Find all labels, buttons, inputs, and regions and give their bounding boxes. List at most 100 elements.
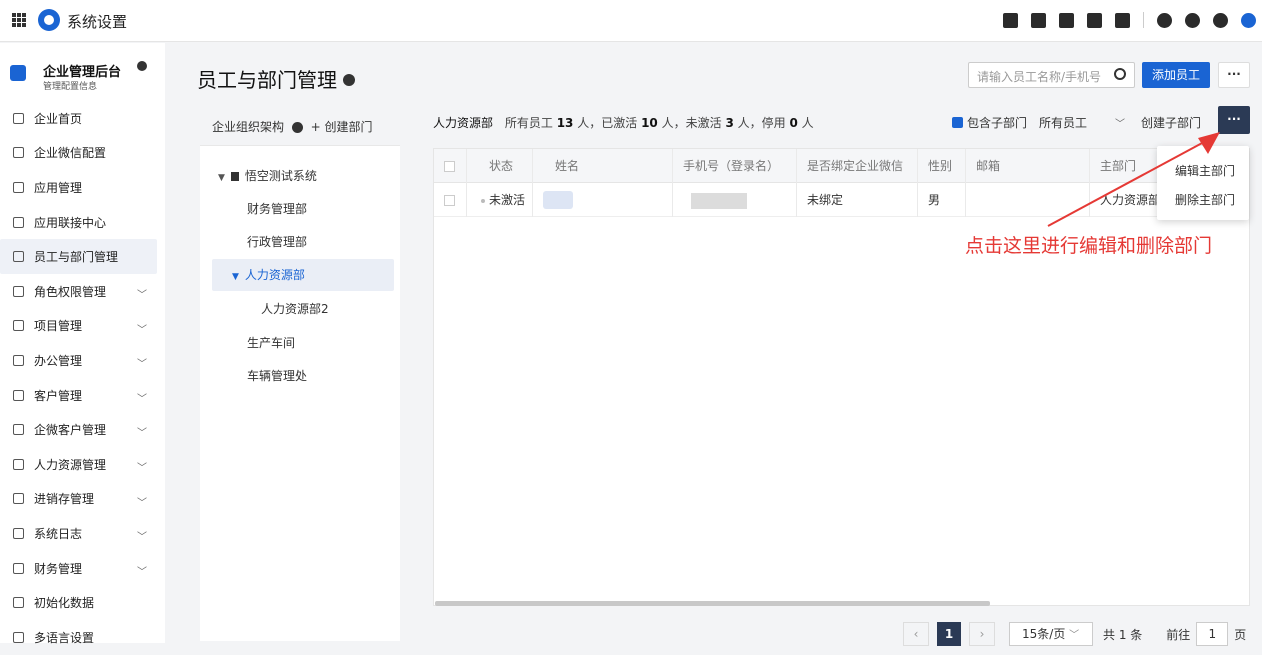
- wecom-bind-cell: 未绑定: [797, 183, 918, 217]
- doc-icon[interactable]: [1059, 12, 1074, 28]
- sidebar-item-apps[interactable]: 应用管理: [0, 170, 165, 205]
- help-icon[interactable]: [1185, 12, 1200, 28]
- sidebar-item-wecom-config[interactable]: 企业微信配置: [0, 136, 165, 171]
- next-page-button[interactable]: ›: [969, 622, 995, 646]
- caret-down-icon[interactable]: ▼: [218, 162, 225, 194]
- person-icon: [13, 458, 24, 470]
- sidebar-item-label: 应用管理: [34, 180, 83, 195]
- sidebar-item-projects[interactable]: 项目管理 ﹀: [0, 309, 165, 344]
- bell-icon[interactable]: [1157, 12, 1172, 28]
- settings-icon[interactable]: [1213, 12, 1228, 28]
- row-checkbox[interactable]: [444, 195, 455, 206]
- box-icon: [13, 493, 24, 505]
- sidebar-item-office[interactable]: 办公管理 ﹀: [0, 343, 165, 378]
- disabled-count: 0: [789, 116, 798, 130]
- goto-label: 前往: [1166, 627, 1191, 642]
- sidebar-item-label: 企微客户管理: [34, 423, 107, 438]
- annotation-arrow-head: [1198, 132, 1220, 154]
- table-options: 包含子部门 所有员工 ﹀ 创建子部门: [952, 114, 1201, 131]
- sidebar-item-customers[interactable]: 客户管理 ﹀: [0, 378, 165, 413]
- tree-node[interactable]: 人力资源部2: [204, 293, 386, 325]
- sidebar-item-hr[interactable]: 人力资源管理 ﹀: [0, 447, 165, 482]
- sidebar-item-init-data[interactable]: 初始化数据: [0, 585, 165, 620]
- sidebar-item-language[interactable]: 多语言设置: [0, 620, 165, 655]
- sidebar-item-label: 多语言设置: [34, 630, 95, 645]
- create-subdepartment-button[interactable]: 创建子部门: [1141, 114, 1201, 131]
- tree-node[interactable]: 车辆管理处: [204, 360, 386, 392]
- redacted-phone: [691, 193, 747, 209]
- sidebar-item-wecom-customers[interactable]: 企微客户管理 ﹀: [0, 412, 165, 447]
- search-input[interactable]: 请输入员工名称/手机号: [968, 62, 1135, 88]
- summary-text: 人，未激活: [661, 116, 722, 130]
- sidebar-item-logs[interactable]: 系统日志 ﹀: [0, 516, 165, 551]
- total-count: 13: [556, 116, 574, 130]
- calendar-icon[interactable]: [1115, 12, 1130, 28]
- tree-node[interactable]: 行政管理部: [204, 226, 386, 258]
- sidebar: 企业管理后台 管理配置信息 企业首页 企业微信配置 应用管理 应用联接中心 员工…: [0, 43, 165, 645]
- app-grid-icon[interactable]: [12, 13, 26, 27]
- chevron-down-icon: ﹀: [137, 324, 147, 336]
- sidebar-item-app-connect[interactable]: 应用联接中心: [0, 205, 165, 240]
- goto-page-input[interactable]: 1: [1196, 622, 1229, 646]
- project-icon: [13, 320, 24, 332]
- org-tree-panel: 企业组织架构 + 创建部门 ▼ 悟空测试系统 财务管理部 行政管理部 ▼ 人力资源部…: [200, 104, 400, 641]
- sidebar-item-finance[interactable]: 财务管理 ﹀: [0, 551, 165, 586]
- column-header[interactable]: 姓名: [533, 149, 673, 183]
- search-icon: [13, 147, 24, 159]
- filter-value: 所有员工: [1039, 116, 1088, 130]
- sidebar-item-label: 系统日志: [34, 526, 83, 541]
- tree-node-label: 行政管理部: [247, 235, 308, 249]
- page-size-select[interactable]: 15条/页 ﹀: [1009, 622, 1093, 646]
- summary-text: 所有员工: [504, 116, 553, 130]
- summary-text: 人，停用: [737, 116, 786, 130]
- tree-node[interactable]: 财务管理部: [204, 193, 386, 225]
- page-more-button[interactable]: ···: [1218, 62, 1250, 88]
- column-header[interactable]: 手机号（登录名）: [673, 149, 797, 183]
- chevron-down-icon: ﹀: [137, 532, 147, 544]
- sidebar-item-employees[interactable]: 员工与部门管理: [0, 239, 157, 274]
- sidebar-item-inventory[interactable]: 进销存管理 ﹀: [0, 482, 165, 517]
- horizontal-scrollbar[interactable]: [435, 601, 990, 606]
- employee-filter-select[interactable]: 所有员工 ﹀: [1039, 114, 1125, 131]
- tree-node-root[interactable]: ▼ 悟空测试系统: [204, 160, 386, 192]
- org-tree: ▼ 悟空测试系统 财务管理部 行政管理部 ▼ 人力资源部 人力资源部2 生产车间 车…: [204, 148, 400, 638]
- search-placeholder: 请输入员工名称/手机号: [977, 70, 1102, 84]
- include-sub-checkbox[interactable]: [952, 117, 963, 128]
- prev-page-button[interactable]: ‹: [903, 622, 929, 646]
- gender-cell: 男: [918, 183, 966, 217]
- contacts-icon[interactable]: [1031, 12, 1046, 28]
- chevron-down-icon: ﹀: [137, 462, 147, 474]
- sidebar-item-roles[interactable]: 角色权限管理 ﹀: [0, 274, 165, 309]
- total-count-text: 共 1 条: [1103, 627, 1143, 642]
- brand: 企业管理后台 管理配置信息: [10, 61, 160, 97]
- chevron-down-icon: ﹀: [1069, 630, 1080, 641]
- sidebar-item-label: 角色权限管理: [34, 284, 107, 299]
- tree-node-selected[interactable]: ▼ 人力资源部: [212, 259, 394, 291]
- current-page[interactable]: 1: [937, 622, 961, 646]
- brand-settings-icon[interactable]: [137, 61, 147, 71]
- row-select-cell: [434, 183, 467, 217]
- sidebar-item-home[interactable]: 企业首页: [0, 101, 165, 136]
- tree-node[interactable]: 生产车间: [204, 327, 386, 359]
- help-icon[interactable]: [291, 122, 303, 133]
- select-all-checkbox[interactable]: [444, 161, 455, 172]
- add-employee-button[interactable]: 添加员工: [1142, 62, 1210, 88]
- home-icon: [13, 112, 24, 124]
- phone-icon[interactable]: [1087, 12, 1102, 28]
- caret-down-icon[interactable]: ▼: [232, 261, 239, 293]
- brand-subtitle: 管理配置信息: [43, 82, 98, 92]
- customer-icon: [13, 389, 24, 401]
- column-header[interactable]: 性别: [918, 149, 966, 183]
- chevron-down-icon: ﹀: [137, 359, 147, 371]
- column-header[interactable]: 是否绑定企业微信: [797, 149, 918, 183]
- avatar-icon[interactable]: [1241, 12, 1256, 28]
- sidebar-item-label: 初始化数据: [34, 596, 95, 611]
- create-department-button[interactable]: + 创建部门: [311, 120, 373, 134]
- help-icon[interactable]: [343, 73, 355, 86]
- todo-icon[interactable]: [1003, 12, 1018, 28]
- divider: [1143, 12, 1144, 28]
- search-icon[interactable]: [1114, 68, 1126, 80]
- sidebar-nav: 企业首页 企业微信配置 应用管理 应用联接中心 员工与部门管理 角色权限管理 ﹀ …: [0, 101, 165, 655]
- column-header[interactable]: 状态: [467, 149, 533, 183]
- phone-cell: [673, 183, 797, 217]
